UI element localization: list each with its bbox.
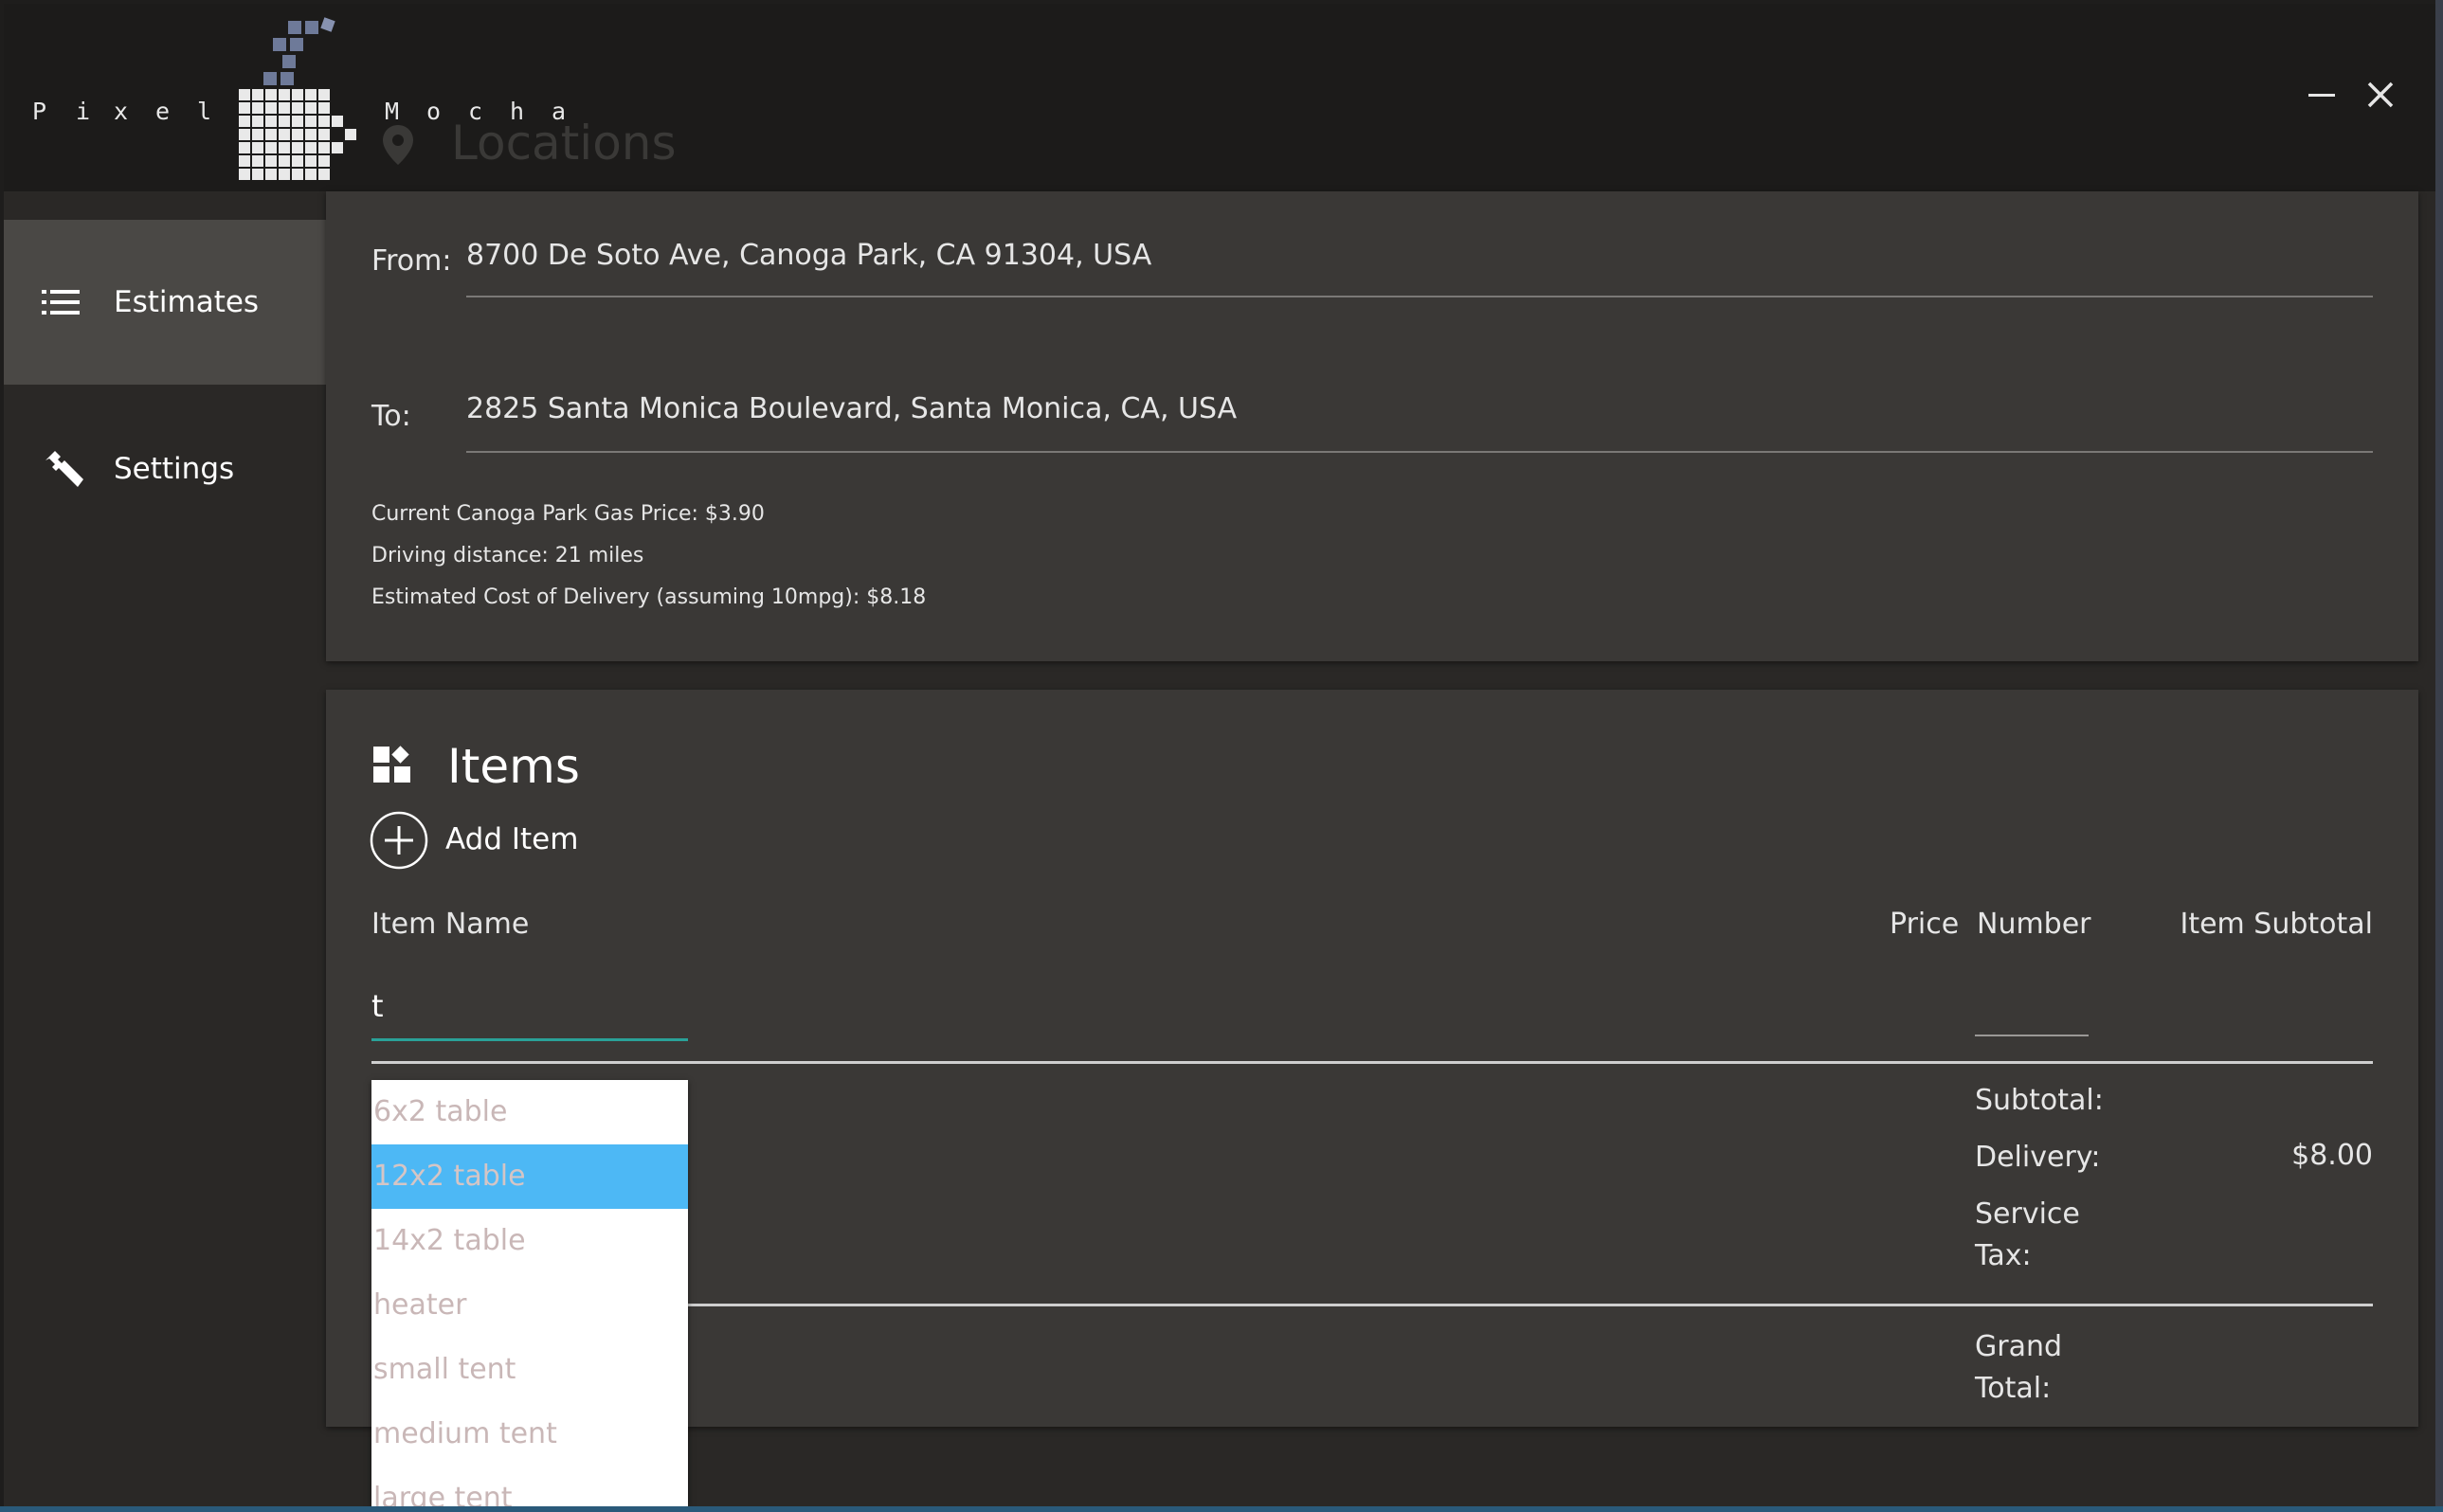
delivery-value: $8.00 bbox=[2291, 1139, 2373, 1172]
close-icon[interactable] bbox=[2363, 78, 2398, 112]
location-pin-icon bbox=[383, 125, 413, 165]
delivery-cost-text: Estimated Cost of Delivery (assuming 10m… bbox=[371, 585, 927, 609]
add-item-label: Add Item bbox=[445, 822, 579, 856]
logo-letter: e bbox=[155, 98, 171, 125]
from-address-input[interactable]: 8700 De Soto Ave, Canoga Park, CA 91304,… bbox=[466, 239, 1151, 272]
to-label: To: bbox=[371, 400, 411, 433]
desktop-edge bbox=[2435, 0, 2443, 1512]
column-header-item-subtotal: Item Subtotal bbox=[2180, 908, 2373, 941]
background-section-title: Locations bbox=[451, 116, 677, 171]
column-header-number: Number bbox=[1977, 908, 2091, 941]
dropdown-option[interactable]: 6x2 table bbox=[371, 1080, 688, 1144]
service-tax-label-line2: Tax: bbox=[1975, 1239, 2032, 1272]
logo-letter: o bbox=[426, 98, 442, 125]
logo-letter: P bbox=[32, 98, 47, 125]
to-underline bbox=[466, 451, 2373, 453]
dropdown-option-selected[interactable]: 12x2 table bbox=[371, 1144, 688, 1209]
minimize-icon[interactable] bbox=[2305, 78, 2339, 112]
sidebar-item-label: Estimates bbox=[114, 285, 260, 319]
item-name-input[interactable] bbox=[371, 974, 688, 1041]
column-header-item-name: Item Name bbox=[371, 908, 530, 941]
sidebar: Estimates Settings bbox=[4, 191, 326, 1512]
list-icon bbox=[42, 290, 80, 315]
grand-total-label-line1: Grand bbox=[1975, 1330, 2063, 1363]
subtotal-label: Subtotal: bbox=[1975, 1084, 2104, 1117]
gas-price-text: Current Canoga Park Gas Price: $3.90 bbox=[371, 502, 765, 526]
widgets-icon bbox=[373, 746, 410, 783]
items-title: Items bbox=[447, 739, 580, 794]
item-number-input[interactable] bbox=[1975, 985, 2089, 1036]
add-circle-icon bbox=[370, 811, 428, 870]
grand-total-label-line2: Total: bbox=[1975, 1372, 2052, 1405]
app-window: P i x e l M o c h a Locations Estimates … bbox=[0, 0, 2443, 1512]
item-autocomplete-dropdown: 6x2 table 12x2 table 14x2 table heater s… bbox=[371, 1080, 688, 1506]
dropdown-option[interactable]: medium tent bbox=[371, 1402, 688, 1467]
column-header-price: Price bbox=[1890, 908, 1960, 941]
sidebar-item-estimates[interactable]: Estimates bbox=[4, 220, 326, 385]
pixel-mocha-mug-logo bbox=[239, 17, 356, 180]
logo-letter: M bbox=[385, 98, 400, 125]
title-bar: P i x e l M o c h a Locations bbox=[4, 4, 2435, 191]
sidebar-item-label: Settings bbox=[114, 452, 235, 486]
dropdown-option[interactable]: heater bbox=[371, 1273, 688, 1338]
logo-letter: x bbox=[114, 98, 129, 125]
to-address-input[interactable]: 2825 Santa Monica Boulevard, Santa Monic… bbox=[466, 392, 1237, 425]
dropdown-option[interactable]: small tent bbox=[371, 1338, 688, 1402]
logo-letter: i bbox=[76, 98, 91, 125]
service-tax-label-line1: Service bbox=[1975, 1197, 2080, 1231]
driving-distance-text: Driving distance: 21 miles bbox=[371, 544, 644, 567]
dropdown-option[interactable]: 14x2 table bbox=[371, 1209, 688, 1273]
dropdown-option[interactable]: large tent bbox=[371, 1467, 688, 1506]
logo-letter: l bbox=[197, 98, 212, 125]
delivery-label: Delivery: bbox=[1975, 1141, 2101, 1174]
items-divider bbox=[371, 1061, 2373, 1064]
sidebar-item-settings[interactable]: Settings bbox=[4, 387, 326, 551]
from-underline bbox=[466, 296, 2373, 297]
from-label: From: bbox=[371, 244, 452, 278]
desktop-edge-bottom bbox=[0, 1506, 2443, 1512]
wrench-icon bbox=[45, 451, 83, 487]
